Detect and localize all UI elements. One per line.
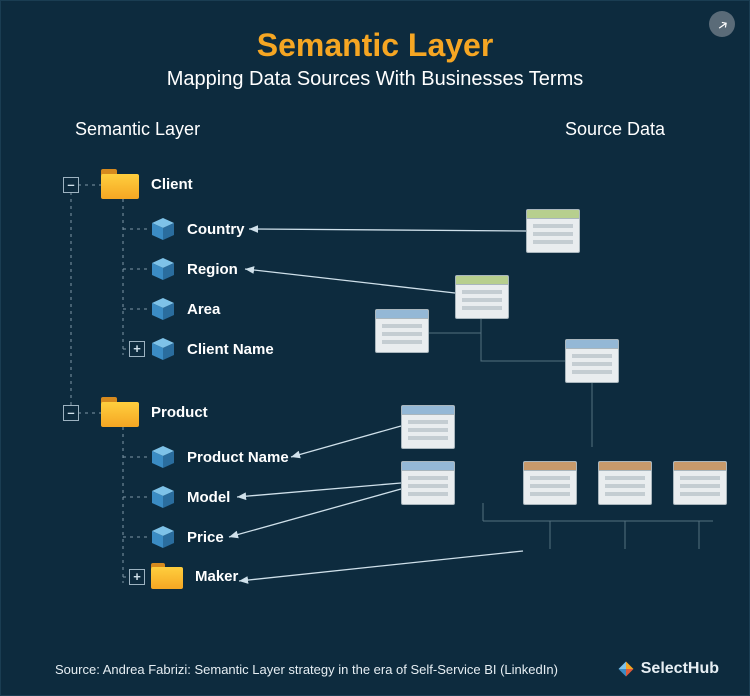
tree-node-client-name[interactable]: Client Name — [151, 337, 274, 361]
tree-label-price: Price — [187, 529, 224, 546]
tree-label-product: Product — [151, 404, 208, 421]
folder-icon — [151, 563, 183, 589]
tree-node-product[interactable]: Product — [101, 397, 208, 427]
selecthub-logo-icon — [617, 660, 635, 678]
cube-icon — [151, 297, 175, 321]
source-window-g — [598, 461, 652, 505]
folder-icon — [101, 397, 139, 427]
cube-icon — [151, 217, 175, 241]
cube-icon — [151, 445, 175, 469]
tree-node-country[interactable]: Country — [151, 217, 245, 241]
source-window-e2 — [401, 461, 455, 505]
source-window-e — [401, 405, 455, 449]
column-head-semantic: Semantic Layer — [75, 119, 200, 140]
source-window-d — [565, 339, 619, 383]
tree-label-region: Region — [187, 261, 238, 278]
tree-node-client[interactable]: Client — [101, 169, 193, 199]
cube-icon — [151, 257, 175, 281]
source-window-h — [673, 461, 727, 505]
expander-maker[interactable]: + — [129, 569, 145, 585]
page-title: Semantic Layer — [1, 27, 749, 64]
folder-icon — [101, 169, 139, 199]
share-icon[interactable] — [709, 11, 735, 37]
page-subtitle: Mapping Data Sources With Businesses Ter… — [1, 68, 749, 91]
tree-label-product-name: Product Name — [187, 449, 289, 466]
tree-label-client: Client — [151, 176, 193, 193]
source-window-f — [523, 461, 577, 505]
footer-source: Source: Andrea Fabrizi: Semantic Layer s… — [55, 662, 558, 677]
tree-node-product-name[interactable]: Product Name — [151, 445, 289, 469]
cube-icon — [151, 525, 175, 549]
tree-label-client-name: Client Name — [187, 341, 274, 358]
expander-client-name[interactable]: + — [129, 341, 145, 357]
tree-node-region[interactable]: Region — [151, 257, 238, 281]
source-window-a — [526, 209, 580, 253]
expander-product[interactable]: – — [63, 405, 79, 421]
cube-icon — [151, 485, 175, 509]
tree-label-area: Area — [187, 301, 220, 318]
expander-client[interactable]: – — [63, 177, 79, 193]
column-head-source: Source Data — [565, 119, 665, 140]
tree-node-price[interactable]: Price — [151, 525, 224, 549]
diagram-canvas: – Client Country Region Area + Client Na… — [1, 151, 750, 621]
tree-label-model: Model — [187, 489, 230, 506]
source-window-b — [455, 275, 509, 319]
tree-label-maker: Maker — [195, 568, 238, 585]
tree-label-country: Country — [187, 221, 245, 238]
brand-logo: SelectHub — [617, 660, 719, 678]
source-window-c — [375, 309, 429, 353]
tree-node-area[interactable]: Area — [151, 297, 220, 321]
brand-name: SelectHub — [641, 660, 719, 678]
cube-icon — [151, 337, 175, 361]
tree-node-maker[interactable]: Maker — [151, 563, 238, 589]
tree-node-model[interactable]: Model — [151, 485, 230, 509]
